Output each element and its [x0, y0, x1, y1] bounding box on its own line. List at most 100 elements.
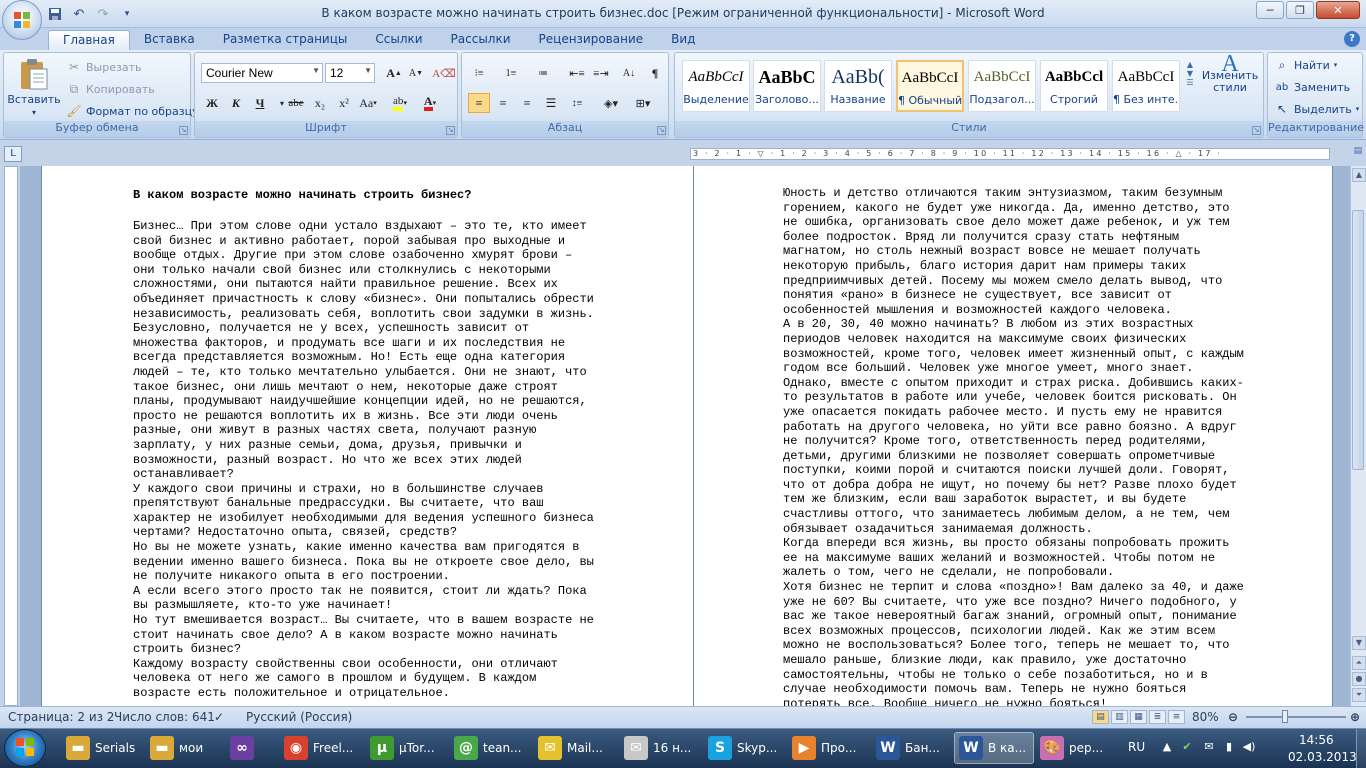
styles-scroll-down-icon[interactable]: ▼: [1184, 69, 1196, 78]
page-2[interactable]: Юность и детство отличаются таким энтузи…: [694, 166, 1332, 706]
print-layout-view-icon[interactable]: ▤: [1092, 710, 1109, 724]
zoom-slider[interactable]: [1246, 716, 1346, 718]
page-counter[interactable]: Страница: 2 из 2: [8, 710, 114, 724]
tab-home[interactable]: Главная: [48, 30, 130, 50]
replace-button[interactable]: ab Заменить: [1274, 79, 1350, 95]
find-button[interactable]: ⌕ Найти ▾: [1274, 57, 1338, 73]
subscript-button[interactable]: x₂: [309, 93, 331, 113]
change-case-button[interactable]: Aa ▾: [357, 93, 379, 113]
grow-font-button[interactable]: A ▲: [383, 63, 405, 83]
italic-button[interactable]: К: [225, 93, 247, 113]
styles-launcher-icon[interactable]: ↘: [1252, 126, 1261, 135]
outline-view-icon[interactable]: ≣: [1149, 710, 1166, 724]
browse-object-icon[interactable]: ●: [1352, 672, 1366, 686]
maximize-button[interactable]: ❐: [1286, 1, 1314, 19]
taskbar-item[interactable]: ✉ 16 н...: [620, 732, 700, 764]
font-name-dropdown-icon[interactable]: ▼: [312, 66, 320, 75]
shading-button[interactable]: ◈▾: [600, 93, 622, 113]
previous-page-icon[interactable]: ⏶: [1352, 656, 1366, 670]
style-no-spacing[interactable]: AaBbCcI ¶ Без инте...: [1112, 60, 1180, 112]
close-button[interactable]: ✕: [1316, 1, 1360, 19]
decrease-indent-button[interactable]: ⇤≡: [566, 63, 588, 83]
increase-indent-button[interactable]: ≡⇥: [590, 63, 612, 83]
copy-button[interactable]: ⧉ Копировать: [66, 81, 155, 97]
paste-button[interactable]: Вставить ▾: [7, 57, 61, 117]
web-layout-view-icon[interactable]: ▦: [1130, 710, 1147, 724]
tray-check-icon[interactable]: ✔: [1180, 740, 1194, 754]
cut-button[interactable]: ✂ Вырезать: [66, 59, 142, 75]
taskbar-item[interactable]: ◉ Freel...: [280, 732, 362, 764]
sort-button[interactable]: A↓: [618, 63, 640, 83]
show-formatting-button[interactable]: ¶: [644, 63, 666, 83]
shrink-font-button[interactable]: A ▼: [405, 63, 427, 83]
taskbar-item[interactable]: ▬ Serials: [62, 732, 142, 764]
style-title[interactable]: AaBb( Название: [824, 60, 892, 112]
font-size-combo[interactable]: 12 ▼: [325, 63, 375, 83]
justify-button[interactable]: ☰: [540, 93, 562, 113]
language-status[interactable]: Русский (Россия): [246, 710, 352, 724]
tab-page-layout[interactable]: Разметка страницы: [209, 30, 362, 50]
document-area[interactable]: В каком возрасте можно начинать строить …: [20, 166, 1350, 706]
scroll-thumb[interactable]: [1352, 210, 1364, 470]
tab-view[interactable]: Вид: [657, 30, 709, 50]
clipboard-launcher-icon[interactable]: ↘: [179, 126, 188, 135]
taskbar-item[interactable]: W Бан...: [872, 732, 952, 764]
strikethrough-button[interactable]: abe: [285, 93, 307, 113]
start-button[interactable]: [4, 729, 46, 767]
zoom-out-icon[interactable]: ⊖: [1228, 710, 1238, 724]
style-normal[interactable]: AaBbCcI ¶ Обычный: [896, 60, 964, 112]
network-icon[interactable]: ▮: [1222, 740, 1236, 754]
paragraph-launcher-icon[interactable]: ↘: [657, 126, 666, 135]
style-heading[interactable]: AaBbC Заголово...: [753, 60, 821, 112]
zoom-slider-thumb[interactable]: [1281, 710, 1288, 723]
select-button[interactable]: ↖ Выделить ▾: [1274, 101, 1359, 117]
style-strong[interactable]: AaBbCcl Строгий: [1040, 60, 1108, 112]
page-1-text[interactable]: Бизнес… При этом слове одни устало вздых…: [133, 219, 594, 701]
tab-selector-button[interactable]: L: [4, 146, 22, 162]
style-emphasis[interactable]: AaBbCcI Выделение: [682, 60, 750, 112]
taskbar-item[interactable]: 🎨 рер...: [1036, 732, 1116, 764]
volume-icon[interactable]: ◀): [1242, 740, 1256, 754]
highlight-button[interactable]: ab ▾: [389, 93, 411, 113]
page-2-text[interactable]: Юность и детство отличаются таким энтузи…: [783, 186, 1244, 706]
font-color-button[interactable]: A ▾: [419, 93, 441, 113]
change-styles-button[interactable]: A Изменить стили: [1200, 52, 1260, 94]
scroll-down-icon[interactable]: ▼: [1352, 636, 1366, 650]
tray-show-hidden-icon[interactable]: ▲: [1160, 740, 1174, 754]
next-page-icon[interactable]: ⏷: [1352, 688, 1366, 702]
help-icon[interactable]: ?: [1344, 31, 1360, 47]
numbering-button[interactable]: 1≡: [500, 63, 522, 83]
word-count[interactable]: Число слов: 641: [114, 710, 215, 724]
view-ruler-icon[interactable]: ▤: [1352, 146, 1364, 162]
tray-mail-icon[interactable]: ✉: [1202, 740, 1216, 754]
font-launcher-icon[interactable]: ↘: [446, 126, 455, 135]
line-spacing-button[interactable]: ↕≡: [566, 93, 588, 113]
clock-date[interactable]: 02.03.2013: [1288, 750, 1357, 764]
styles-scroll-up-icon[interactable]: ▲: [1184, 60, 1196, 69]
format-painter-button[interactable]: 🖌 Формат по образцу: [66, 103, 198, 119]
zoom-level[interactable]: 80%: [1192, 710, 1219, 724]
taskbar-item[interactable]: S Skyp...: [704, 732, 784, 764]
scroll-up-icon[interactable]: ▲: [1352, 168, 1366, 182]
taskbar-item[interactable]: µ µTor...: [366, 732, 444, 764]
page-1[interactable]: В каком возрасте можно начинать строить …: [42, 166, 700, 706]
bold-button[interactable]: Ж: [201, 93, 223, 113]
borders-button[interactable]: ⊞▾: [632, 93, 654, 113]
styles-more-icon[interactable]: ☰: [1184, 78, 1196, 87]
draft-view-icon[interactable]: ≡: [1168, 710, 1185, 724]
taskbar-item[interactable]: ∞: [226, 732, 272, 764]
style-subtitle[interactable]: AaBbCcI Подзагол...: [968, 60, 1036, 112]
taskbar-item[interactable]: @ tean...: [450, 732, 530, 764]
taskbar-item[interactable]: ✉ Mail...: [534, 732, 616, 764]
bullets-button[interactable]: ⁝≡: [468, 63, 490, 83]
align-left-button[interactable]: ≡: [468, 93, 490, 113]
font-size-dropdown-icon[interactable]: ▼: [364, 66, 372, 75]
keyboard-language[interactable]: RU: [1128, 740, 1145, 754]
minimize-button[interactable]: ─: [1256, 1, 1284, 19]
horizontal-ruler[interactable]: 3 · 2 · 1 · ▽ · 1 · 2 · 3 · 4 · 5 · 6 · …: [690, 148, 1330, 160]
tab-references[interactable]: Ссылки: [361, 30, 436, 50]
multilevel-list-button[interactable]: ≔: [532, 63, 554, 83]
show-desktop-button[interactable]: [1356, 729, 1366, 768]
zoom-in-icon[interactable]: ⊕: [1350, 710, 1360, 724]
vertical-ruler[interactable]: [4, 166, 18, 706]
